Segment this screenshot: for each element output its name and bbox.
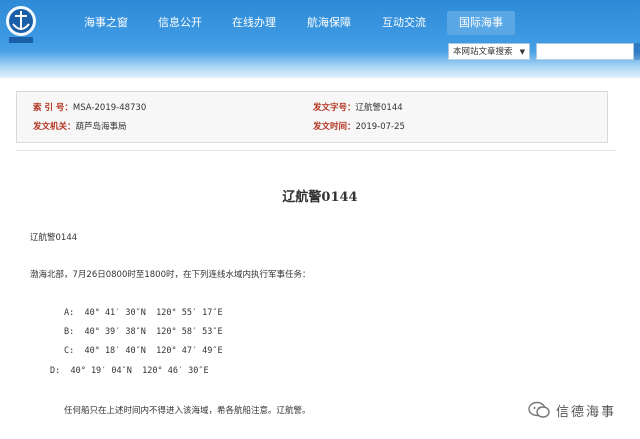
meta-date: 发文时间：2019-07-25 xyxy=(313,122,405,132)
site-header: 海事之窗 信息公开 在线办理 航海保障 互动交流 国际海事 本网站文章搜索 ▼ xyxy=(0,0,640,78)
meta-issuer: 发文机关：葫芦岛海事局 xyxy=(33,122,127,132)
search-scope-select[interactable]: 本网站文章搜索 ▼ xyxy=(448,43,530,60)
search-scope-label: 本网站文章搜索 xyxy=(453,47,513,57)
nav-item-navigation-support[interactable]: 航海保障 xyxy=(301,11,357,35)
article-closing: 任何船只在上述时间内不得进入该海域，希各航船注意。辽航警。 xyxy=(64,406,311,416)
watermark-text: 信德海事 xyxy=(556,404,617,420)
meta-doc-number: 发文字号：辽航警0144 xyxy=(313,103,403,113)
search-input[interactable] xyxy=(536,43,634,60)
divider xyxy=(16,150,616,151)
coordinate-point-d: D: 40° 19′ 04″N 120° 46′ 30″E xyxy=(50,366,209,376)
meta-index: 索 引 号：MSA-2019-48730 xyxy=(33,103,147,113)
coordinate-point-b: B: 40° 39′ 38″N 120° 58′ 53″E xyxy=(64,327,223,337)
nav-item-online-service[interactable]: 在线办理 xyxy=(226,11,282,35)
wechat-icon xyxy=(528,401,550,418)
nav-item-international[interactable]: 国际海事 xyxy=(447,11,515,35)
chevron-down-icon: ▼ xyxy=(519,48,525,56)
coordinate-point-a: A: 40° 41′ 30″N 120° 55′ 17″E xyxy=(64,308,223,318)
nav-item-window[interactable]: 海事之窗 xyxy=(78,11,134,35)
article-code-line: 辽航警0144 xyxy=(30,233,78,243)
document-meta-box: 索 引 号：MSA-2019-48730 发文字号：辽航警0144 发文机关：葫… xyxy=(16,91,608,143)
main-nav: 海事之窗 信息公开 在线办理 航海保障 互动交流 国际海事 xyxy=(0,11,640,35)
article-intro: 渤海北部，7月26日0800时至1800时，在下列连线水域内执行军事任务： xyxy=(30,270,311,280)
nav-item-disclosure[interactable]: 信息公开 xyxy=(152,11,208,35)
wechat-watermark: 信德海事 xyxy=(528,399,616,421)
coordinate-point-c: C: 40° 18′ 40″N 120° 47′ 49″E xyxy=(64,346,223,356)
search-button[interactable] xyxy=(634,43,640,60)
article-title: 辽航警0144 xyxy=(282,190,358,205)
nav-item-interaction[interactable]: 互动交流 xyxy=(376,11,432,35)
